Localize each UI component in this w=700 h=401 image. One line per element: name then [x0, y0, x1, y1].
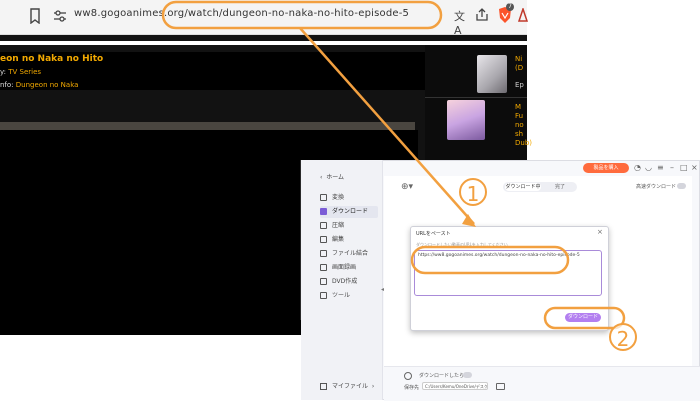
anime-type-line: y: TV Series	[0, 68, 41, 76]
tab-done[interactable]: 完了	[545, 183, 575, 191]
dialog-close-icon[interactable]: ×	[597, 228, 603, 236]
dialog-title: URLをペースト	[416, 231, 451, 237]
sidebar-item-merge[interactable]: ファイル結合	[320, 248, 378, 260]
sidebar-item-label: 圧縮	[332, 222, 345, 229]
my-files-link[interactable]: マイファイル ›	[320, 381, 374, 390]
chevron-right-icon: ›	[368, 383, 375, 390]
sidebar-item-edit[interactable]: 編集	[320, 234, 378, 246]
after-download-label: ダウンロードしたら	[419, 373, 465, 379]
sidebar-item-download[interactable]: ダウンロード	[320, 206, 378, 218]
compress-icon	[320, 222, 327, 229]
home-label: ホーム	[326, 174, 345, 181]
sidebar-item-compress[interactable]: 圧縮	[320, 220, 378, 232]
sidebar-item-label: 変換	[332, 194, 345, 201]
address-bar[interactable]: ww8.gogoanimes.org/watch/dungeon-no-naka…	[74, 8, 409, 19]
step-2-marker: 2	[609, 323, 637, 351]
save-location-label: 保存先	[404, 385, 420, 391]
minimize-icon[interactable]: –	[670, 163, 674, 172]
sidebar-item-record[interactable]: 画面録画	[320, 262, 378, 274]
related-item-1-line: (D	[515, 64, 524, 72]
download-button[interactable]: ダウンロード	[565, 313, 601, 322]
url-input-value[interactable]: https://ww8.gogoanimes.org/watch/dungeon…	[418, 253, 580, 258]
video-player[interactable]	[0, 130, 310, 335]
share-icon[interactable]	[475, 8, 489, 22]
related-item-2-line: sh	[515, 130, 524, 138]
sidebar-divider	[425, 97, 527, 98]
type-value[interactable]: TV Series	[8, 68, 41, 76]
tools-icon	[320, 292, 327, 299]
sidebar-item-dvd[interactable]: DVD作成	[320, 276, 378, 288]
after-download-toggle[interactable]	[463, 372, 472, 378]
maximize-icon[interactable]: □	[680, 163, 688, 172]
info-value[interactable]: Dungeon no Naka	[16, 81, 79, 89]
related-item-2-line: Fu	[515, 112, 524, 120]
merge-icon	[320, 250, 327, 257]
close-icon[interactable]: ×	[691, 163, 698, 172]
related-item-2[interactable]: M Fu no sh Dub)	[515, 103, 532, 148]
clock-icon	[404, 372, 412, 380]
translate-icon[interactable]: 文A	[454, 8, 468, 37]
sidebar-item-label: 画面録画	[332, 264, 357, 271]
profile-icon[interactable]: ◔	[634, 163, 641, 172]
type-label: y:	[0, 68, 6, 76]
fast-download-toggle[interactable]	[677, 183, 686, 189]
sidebar-item-label: DVD作成	[332, 278, 358, 285]
my-files-label: マイファイル	[332, 383, 369, 390]
sidebar-item-label: 編集	[332, 236, 345, 243]
shield-count-badge: 7	[506, 3, 514, 11]
sidebar-item-label: ファイル結合	[332, 250, 369, 257]
add-download-icon[interactable]: ⊕▾	[401, 182, 413, 192]
related-item-2-line: no	[515, 121, 524, 129]
related-item-2-line: Dub)	[515, 139, 533, 147]
related-item-1[interactable]: Ni (D Ep	[515, 55, 524, 90]
player-overlay	[300, 130, 418, 160]
home-link[interactable]: ‹ ホーム	[320, 172, 344, 181]
anime-title[interactable]: eon no Naka no Hito	[0, 54, 103, 64]
sidebar-item-convert[interactable]: 変換	[320, 192, 378, 204]
related-item-1-line: Ni	[515, 55, 523, 63]
buy-button[interactable]: 製品を購入	[583, 163, 629, 173]
step-1-marker: 1	[459, 178, 487, 206]
headset-icon[interactable]: ◡	[645, 163, 652, 172]
below-player-area	[160, 320, 320, 335]
sidebar-item-label: ダウンロード	[332, 208, 369, 215]
dvd-icon	[320, 278, 327, 285]
bookmark-icon[interactable]	[28, 8, 42, 24]
sidebar-item-label: ツール	[332, 292, 351, 299]
site-settings-icon[interactable]	[52, 8, 68, 24]
tab-downloading[interactable]: ダウンロード中	[505, 183, 541, 191]
related-item-1-line: Ep	[515, 81, 524, 89]
menu-icon[interactable]: ≡	[657, 163, 664, 172]
save-path-field[interactable]: C:/Users/Kemu/OneDrive/デスクトップ	[422, 382, 488, 390]
related-thumbnail-1[interactable]	[477, 55, 507, 93]
sidebar-item-tools[interactable]: ツール	[320, 290, 378, 302]
related-item-2-line: M	[515, 103, 522, 111]
folder-icon[interactable]	[496, 383, 505, 390]
convert-icon	[320, 194, 327, 201]
edit-icon	[320, 236, 327, 243]
download-icon	[320, 208, 327, 215]
folder-nav-icon	[320, 383, 327, 390]
rewards-icon[interactable]	[518, 8, 528, 22]
fast-download-label: 高速ダウンロード	[636, 184, 677, 190]
anime-info-line: nfo: Dungeon no Naka	[0, 81, 78, 89]
info-label: nfo:	[0, 81, 14, 89]
record-icon	[320, 264, 327, 271]
dialog-subtitle: ダウンロードしたい動画のURLを入力してください	[416, 242, 508, 247]
related-thumbnail-2[interactable]	[447, 100, 485, 140]
